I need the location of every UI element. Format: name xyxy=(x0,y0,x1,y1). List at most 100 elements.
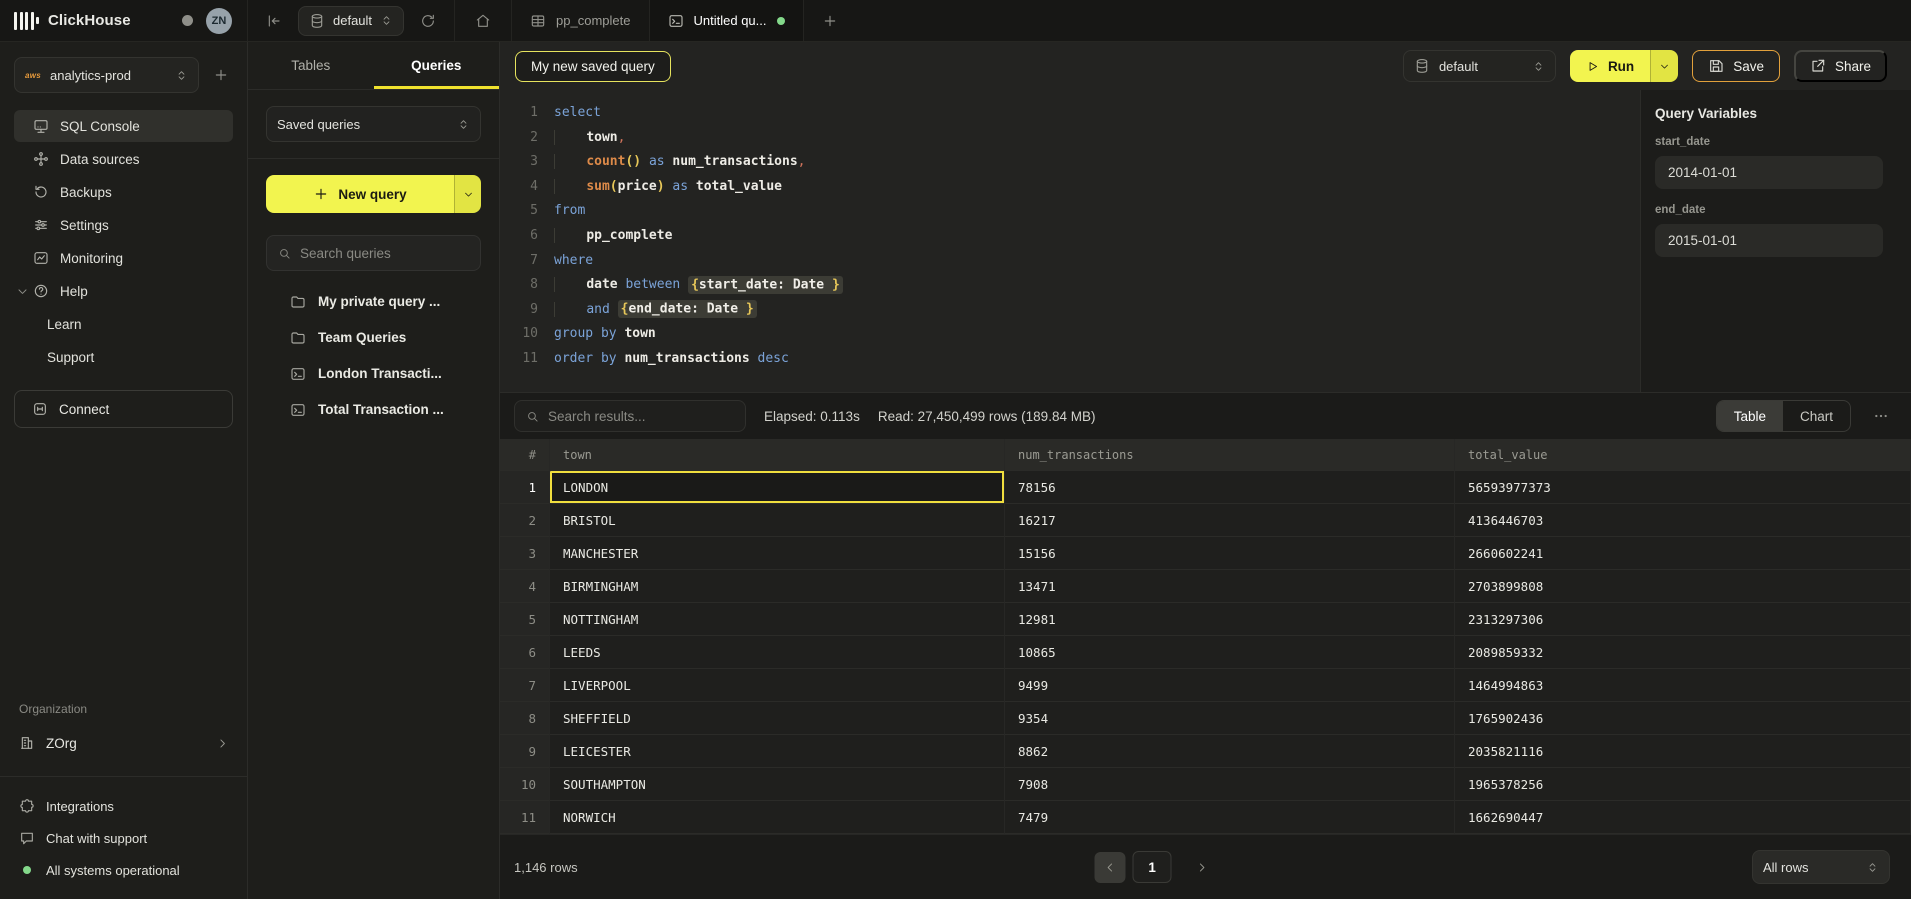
service-status-dot-icon[interactable] xyxy=(182,15,193,26)
query-tab-my-new-saved-query[interactable]: My new saved query xyxy=(515,51,671,82)
next-page-button[interactable] xyxy=(1187,852,1218,883)
cell-total-value[interactable]: 2313297306 xyxy=(1455,603,1911,636)
row-number-cell[interactable]: 7 xyxy=(500,669,550,702)
cell-num-transactions[interactable]: 9499 xyxy=(1005,669,1455,702)
cell-town[interactable]: MANCHESTER xyxy=(550,537,1005,570)
connect-button[interactable]: Connect xyxy=(14,390,233,428)
start-date-input[interactable]: 2014-01-01 xyxy=(1655,156,1883,189)
sidebar-footer-integrations[interactable]: Integrations xyxy=(14,795,233,817)
tab-pp-complete[interactable]: pp_complete xyxy=(512,0,649,41)
saved-query-my-private-query[interactable]: My private query ... xyxy=(266,285,481,318)
query-parameter-chip[interactable]: {start_date: Date } xyxy=(688,276,843,294)
results-menu-button[interactable] xyxy=(1869,404,1893,428)
sidebar-item-settings[interactable]: Settings xyxy=(14,209,233,241)
cell-num-transactions[interactable]: 8862 xyxy=(1005,735,1455,768)
collapse-panel-button[interactable] xyxy=(262,9,286,33)
cell-num-transactions[interactable]: 15156 xyxy=(1005,537,1455,570)
save-button[interactable]: Save xyxy=(1692,50,1780,82)
cell-num-transactions[interactable]: 12981 xyxy=(1005,603,1455,636)
column-header-num-transactions[interactable]: num_transactions xyxy=(1005,439,1455,471)
cell-num-transactions[interactable]: 10865 xyxy=(1005,636,1455,669)
row-number-cell[interactable]: 6 xyxy=(500,636,550,669)
run-button[interactable]: Run xyxy=(1570,50,1678,82)
organization-zorg[interactable]: ZOrg xyxy=(14,726,233,760)
cell-total-value[interactable]: 2660602241 xyxy=(1455,537,1911,570)
view-table-button[interactable]: Table xyxy=(1717,401,1783,431)
sidebar-item-monitoring[interactable]: Monitoring xyxy=(14,242,233,274)
row-number-cell[interactable]: 10 xyxy=(500,768,550,801)
cell-total-value[interactable]: 1662690447 xyxy=(1455,801,1911,834)
saved-query-team-queries[interactable]: Team Queries xyxy=(266,321,481,354)
home-button[interactable] xyxy=(471,9,495,33)
cell-total-value[interactable]: 2035821116 xyxy=(1455,735,1911,768)
database-selector[interactable]: default xyxy=(298,6,404,36)
end-date-input[interactable]: 2015-01-01 xyxy=(1655,224,1883,257)
cell-town[interactable]: LONDON xyxy=(550,471,1005,504)
cell-num-transactions[interactable]: 7908 xyxy=(1005,768,1455,801)
user-avatar[interactable]: ZN xyxy=(206,8,232,34)
sidebar-footer-all-systems-operational[interactable]: All systems operational xyxy=(14,859,233,881)
row-number-cell[interactable]: 1 xyxy=(500,471,550,504)
share-button[interactable]: Share xyxy=(1794,50,1887,82)
saved-query-total-transaction[interactable]: Total Transaction ... xyxy=(266,393,481,426)
cell-town[interactable]: BIRMINGHAM xyxy=(550,570,1005,603)
sidebar-item-sql-console[interactable]: SQL Console xyxy=(14,110,233,142)
run-database-selector[interactable]: default xyxy=(1403,50,1556,82)
cell-town[interactable]: SOUTHAMPTON xyxy=(550,768,1005,801)
tab-queries[interactable]: Queries xyxy=(374,42,500,89)
column-header-index[interactable]: # xyxy=(500,439,550,471)
tab-tables[interactable]: Tables xyxy=(248,42,374,89)
refresh-button[interactable] xyxy=(416,9,440,33)
page-number-input[interactable]: 1 xyxy=(1133,851,1172,883)
saved-query-london-transacti[interactable]: London Transacti... xyxy=(266,357,481,390)
row-number-cell[interactable]: 11 xyxy=(500,801,550,834)
search-queries-input[interactable]: Search queries xyxy=(266,235,481,271)
run-options-button[interactable] xyxy=(1650,50,1678,82)
view-chart-button[interactable]: Chart xyxy=(1783,401,1850,431)
sidebar-footer-chat-with-support[interactable]: Chat with support xyxy=(14,827,233,849)
cell-total-value[interactable]: 1765902436 xyxy=(1455,702,1911,735)
search-results-input[interactable]: Search results... xyxy=(514,400,746,432)
cell-total-value[interactable]: 1965378256 xyxy=(1455,768,1911,801)
query-parameter-chip[interactable]: {end_date: Date } xyxy=(618,300,757,318)
cell-num-transactions[interactable]: 7479 xyxy=(1005,801,1455,834)
cell-total-value[interactable]: 2703899808 xyxy=(1455,570,1911,603)
cell-town[interactable]: NORWICH xyxy=(550,801,1005,834)
new-tab-button[interactable] xyxy=(818,9,842,33)
cell-num-transactions[interactable]: 78156 xyxy=(1005,471,1455,504)
tab-untitled-query[interactable]: Untitled qu... xyxy=(650,0,804,41)
row-number-cell[interactable]: 5 xyxy=(500,603,550,636)
row-number-cell[interactable]: 9 xyxy=(500,735,550,768)
cell-town[interactable]: BRISTOL xyxy=(550,504,1005,537)
new-query-button[interactable]: New query xyxy=(266,175,481,213)
row-number-cell[interactable]: 8 xyxy=(500,702,550,735)
sidebar-item-backups[interactable]: Backups xyxy=(14,176,233,208)
cell-num-transactions[interactable]: 13471 xyxy=(1005,570,1455,603)
cell-town[interactable]: NOTTINGHAM xyxy=(550,603,1005,636)
cell-total-value[interactable]: 2089859332 xyxy=(1455,636,1911,669)
new-query-menu-button[interactable] xyxy=(454,175,481,213)
sidebar-item-support[interactable]: Support xyxy=(14,341,233,373)
saved-queries-filter[interactable]: Saved queries xyxy=(266,106,481,142)
cell-town[interactable]: LEICESTER xyxy=(550,735,1005,768)
add-service-button[interactable] xyxy=(209,63,233,87)
cell-town[interactable]: LIVERPOOL xyxy=(550,669,1005,702)
row-number-cell[interactable]: 4 xyxy=(500,570,550,603)
cell-town[interactable]: SHEFFIELD xyxy=(550,702,1005,735)
sidebar-item-help[interactable]: Help xyxy=(14,275,233,307)
page-size-selector[interactable]: All rows xyxy=(1752,850,1890,884)
cell-total-value[interactable]: 56593977373 xyxy=(1455,471,1911,504)
cell-total-value[interactable]: 1464994863 xyxy=(1455,669,1911,702)
cell-total-value[interactable]: 4136446703 xyxy=(1455,504,1911,537)
sidebar-item-data-sources[interactable]: Data sources xyxy=(14,143,233,175)
cell-town[interactable]: LEEDS xyxy=(550,636,1005,669)
cell-num-transactions[interactable]: 16217 xyxy=(1005,504,1455,537)
row-number-cell[interactable]: 3 xyxy=(500,537,550,570)
workspace-selector[interactable]: aws analytics-prod xyxy=(14,57,199,93)
column-header-town[interactable]: town xyxy=(550,439,1005,471)
column-header-total-value[interactable]: total_value xyxy=(1455,439,1911,471)
sidebar-item-learn[interactable]: Learn xyxy=(14,308,233,340)
prev-page-button[interactable] xyxy=(1095,852,1126,883)
sql-editor[interactable]: 1select2 town,3 count() as num_transacti… xyxy=(500,90,1640,392)
cell-num-transactions[interactable]: 9354 xyxy=(1005,702,1455,735)
